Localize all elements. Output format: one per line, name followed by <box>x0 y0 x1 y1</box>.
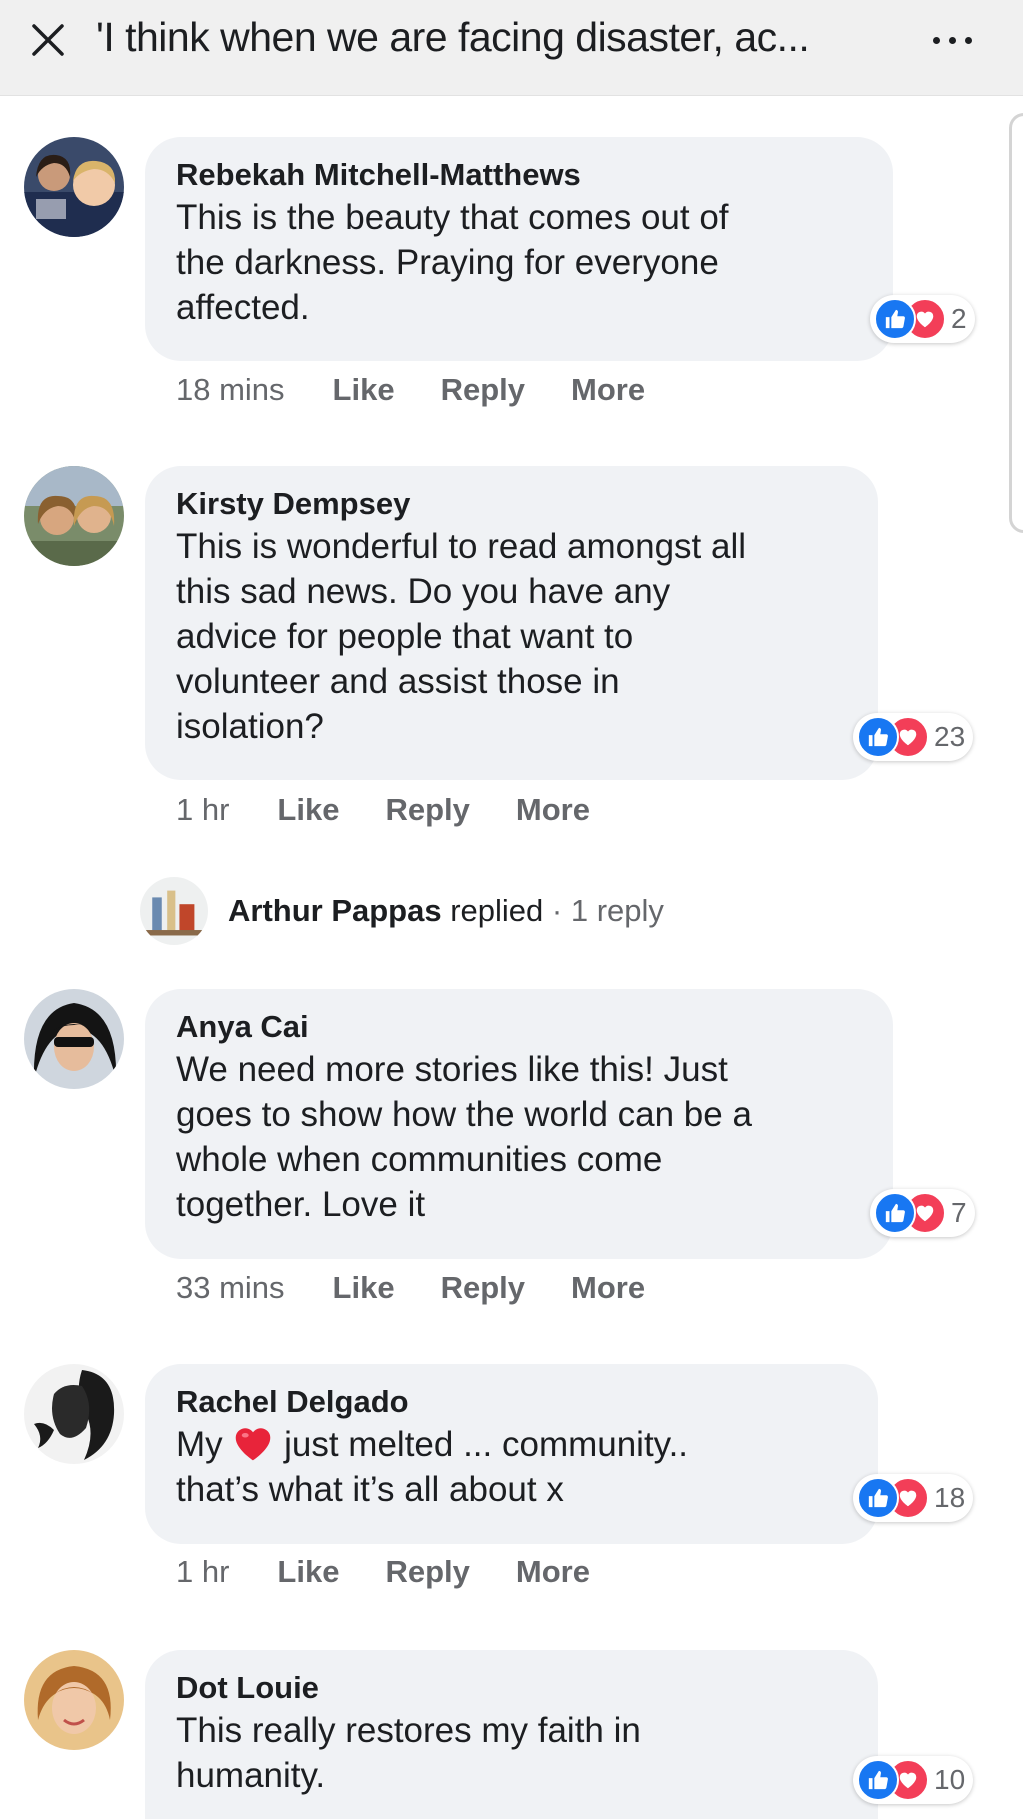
comment-bubble: Kirsty Dempsey This is wonderful to read… <box>145 466 878 780</box>
replies-summary[interactable]: Arthur Pappas replied · 1 reply <box>140 877 664 945</box>
close-button[interactable] <box>26 18 70 62</box>
like-reaction-icon <box>857 1759 899 1801</box>
reply-button[interactable]: Reply <box>441 372 525 408</box>
like-button[interactable]: Like <box>333 372 395 408</box>
reply-author[interactable]: Arthur Pappas <box>228 893 442 928</box>
like-reaction-icon <box>874 1192 916 1234</box>
avatar <box>140 877 208 945</box>
reaction-summary[interactable]: 2 <box>870 295 975 343</box>
comment-bubble: Rachel Delgado My just melted ... commun… <box>145 1364 878 1544</box>
avatar[interactable] <box>24 1650 124 1750</box>
more-button[interactable]: More <box>516 1554 590 1590</box>
comment-timestamp[interactable]: 33 mins <box>176 1270 285 1306</box>
reaction-count: 7 <box>951 1197 967 1228</box>
comment-author[interactable]: Rachel Delgado <box>176 1382 850 1422</box>
scroll-indicator <box>1009 113 1023 533</box>
avatar[interactable] <box>24 137 124 237</box>
comment-bubble: Anya Cai We need more stories like this!… <box>145 989 893 1259</box>
like-reaction-icon <box>857 1477 899 1519</box>
comment-text: This is wonderful to read amongst all th… <box>176 527 746 746</box>
comment-bubble: Dot Louie This really restores my faith … <box>145 1650 878 1819</box>
more-dots-icon <box>932 36 940 44</box>
comment-text-line2: that’s what it’s all about x <box>176 1470 564 1509</box>
top-bar: 'I think when we are facing disaster, ac… <box>0 0 1023 96</box>
reply-button[interactable]: Reply <box>385 1554 469 1590</box>
comment-text: My just melted ... community.. that’s wha… <box>176 1422 850 1512</box>
comment-timestamp[interactable]: 1 hr <box>176 792 229 828</box>
avatar[interactable] <box>24 466 124 566</box>
comment-actions: 33 mins Like Reply More <box>176 1270 691 1306</box>
comment-timestamp[interactable]: 1 hr <box>176 1554 229 1590</box>
comment-text: This really restores my faith in humanit… <box>176 1711 641 1795</box>
comment-bubble: Rebekah Mitchell-Matthews This is the be… <box>145 137 893 361</box>
reply-button[interactable]: Reply <box>441 1270 525 1306</box>
reply-verb: replied <box>441 893 544 928</box>
reaction-count: 18 <box>934 1482 966 1513</box>
comment-text: We need more stories like this! Just goe… <box>176 1050 752 1224</box>
reply-button[interactable]: Reply <box>385 792 469 828</box>
like-reaction-icon <box>857 716 899 758</box>
comment-author[interactable]: Kirsty Dempsey <box>176 484 850 524</box>
reaction-summary[interactable]: 18 <box>853 1474 974 1522</box>
comment-actions: 1 hr Like Reply More <box>176 792 636 828</box>
reaction-summary[interactable]: 10 <box>853 1756 974 1804</box>
comment-text: This is the beauty that comes out of the… <box>176 198 729 327</box>
more-button[interactable]: More <box>516 792 590 828</box>
comment-author[interactable]: Rebekah Mitchell-Matthews <box>176 155 865 195</box>
comment-actions: 1 hr Like Reply More <box>176 1554 636 1590</box>
reaction-count: 23 <box>934 721 966 752</box>
like-button[interactable]: Like <box>333 1270 395 1306</box>
avatar[interactable] <box>24 989 124 1089</box>
comment-timestamp[interactable]: 18 mins <box>176 372 285 408</box>
more-options-button[interactable] <box>922 20 982 60</box>
comment-text-start: My <box>176 1425 233 1464</box>
avatar[interactable] <box>24 1364 124 1464</box>
comment-author[interactable]: Dot Louie <box>176 1668 850 1708</box>
reaction-summary[interactable]: 23 <box>853 713 974 761</box>
more-button[interactable]: More <box>571 372 645 408</box>
like-button[interactable]: Like <box>277 1554 339 1590</box>
reaction-summary[interactable]: 7 <box>870 1189 975 1237</box>
post-title: 'I think when we are facing disaster, ac… <box>96 14 810 60</box>
close-icon <box>32 24 64 56</box>
comment-author[interactable]: Anya Cai <box>176 1007 865 1047</box>
reaction-count: 10 <box>934 1764 966 1795</box>
more-button[interactable]: More <box>571 1270 645 1306</box>
comment-actions: 18 mins Like Reply More <box>176 372 691 408</box>
comment-text-end: just melted ... community.. <box>274 1425 689 1464</box>
reply-count-link[interactable]: 1 reply <box>571 893 664 928</box>
like-button[interactable]: Like <box>277 792 339 828</box>
heart-emoji-icon <box>236 1428 271 1461</box>
reaction-count: 2 <box>951 303 967 334</box>
like-reaction-icon <box>874 298 916 340</box>
reply-separator: · <box>543 893 571 928</box>
